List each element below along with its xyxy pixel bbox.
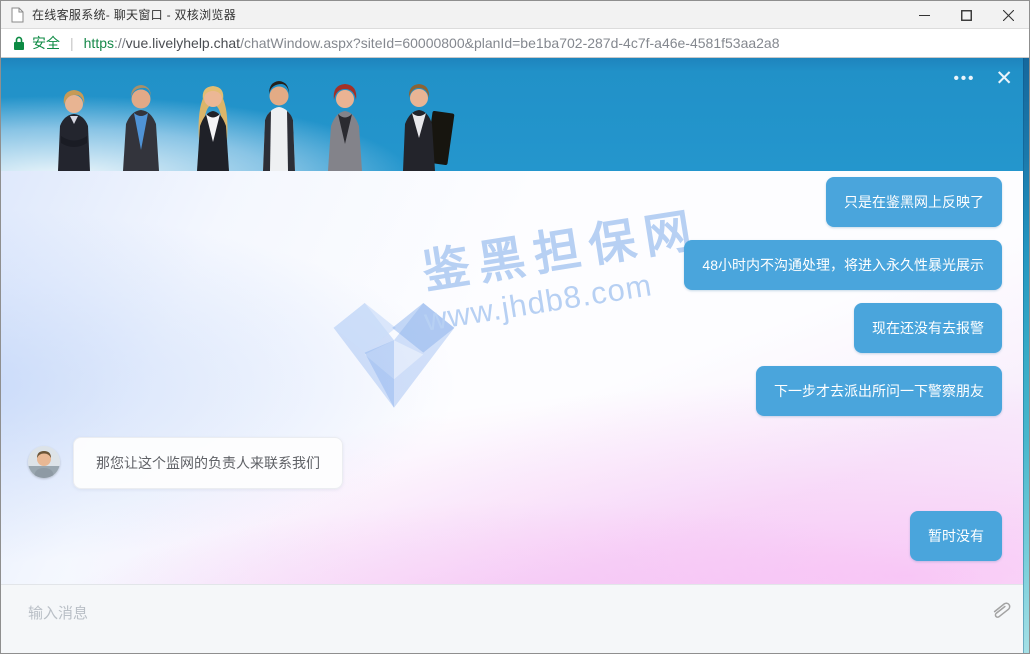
browser-window: 在线客服系统- 聊天窗口 - 双核浏览器 安全 | https://vue.li…: [0, 0, 1030, 654]
lock-icon: [13, 36, 25, 51]
maximize-button[interactable]: [945, 1, 987, 29]
person-5: [328, 84, 362, 171]
chat-header: ••• ✕: [1, 58, 1030, 171]
person-1: [58, 90, 90, 171]
window-controls: [903, 1, 1029, 29]
minimize-button[interactable]: [903, 1, 945, 29]
url-scheme: https: [84, 35, 114, 51]
message-input-area: [1, 584, 1030, 654]
document-icon: [11, 7, 24, 23]
scrollbar-strip[interactable]: [1023, 58, 1030, 654]
support-team-banner: [1, 58, 471, 171]
address-bar[interactable]: 安全 | https://vue.livelyhelp.chat/chatWin…: [1, 29, 1029, 58]
person-3: [197, 86, 229, 171]
chat-message-outgoing: 48小时内不沟通处理，将进入永久性暴光展示: [684, 240, 1002, 290]
url-path: /chatWindow.aspx?siteId=60000800&planId=…: [240, 35, 779, 51]
minimize-icon: [919, 10, 930, 21]
agent-avatar: [28, 446, 60, 478]
person-4: [263, 81, 295, 171]
url-text[interactable]: https://vue.livelyhelp.chat/chatWindow.a…: [84, 35, 780, 51]
chat-message-row-incoming: 那您让这个监网的负责人来联系我们: [28, 437, 343, 489]
message-list: 只是在鉴黑网上反映了 48小时内不沟通处理，将进入永久性暴光展示 现在还没有去报…: [1, 171, 1030, 561]
close-icon: [1003, 10, 1014, 21]
chat-message-outgoing: 只是在鉴黑网上反映了: [826, 177, 1002, 227]
paperclip-icon[interactable]: [988, 596, 1014, 622]
window-title: 在线客服系统- 聊天窗口 - 双核浏览器: [32, 6, 236, 23]
person-6: [403, 84, 455, 171]
chat-message-incoming: 那您让这个监网的负责人来联系我们: [73, 437, 343, 489]
chat-close-icon[interactable]: ✕: [991, 66, 1017, 91]
chat-header-actions: ••• ✕: [952, 66, 1017, 91]
chat-body: 鉴黑担保网 www.jhdb8.com 只是在鉴黑网上反映了 48小时内不沟通处…: [1, 171, 1030, 584]
url-domain: vue.livelyhelp.chat: [126, 35, 240, 51]
security-label: 安全: [32, 33, 60, 53]
url-separator: ://: [114, 35, 126, 51]
close-button[interactable]: [987, 1, 1029, 29]
person-2: [123, 85, 159, 171]
address-divider: |: [70, 35, 74, 51]
message-input[interactable]: [28, 593, 948, 633]
chat-message-outgoing: 现在还没有去报警: [854, 303, 1002, 353]
title-bar: 在线客服系统- 聊天窗口 - 双核浏览器: [1, 1, 1029, 29]
chat-message-outgoing: 下一步才去派出所问一下警察朋友: [756, 366, 1002, 416]
chat-window: ••• ✕ 鉴黑担保网 www.jhdb8.com 只: [1, 58, 1030, 654]
maximize-icon: [961, 10, 972, 21]
chat-message-outgoing: 暂时没有: [910, 511, 1002, 561]
chat-menu-dots-icon[interactable]: •••: [952, 67, 978, 90]
